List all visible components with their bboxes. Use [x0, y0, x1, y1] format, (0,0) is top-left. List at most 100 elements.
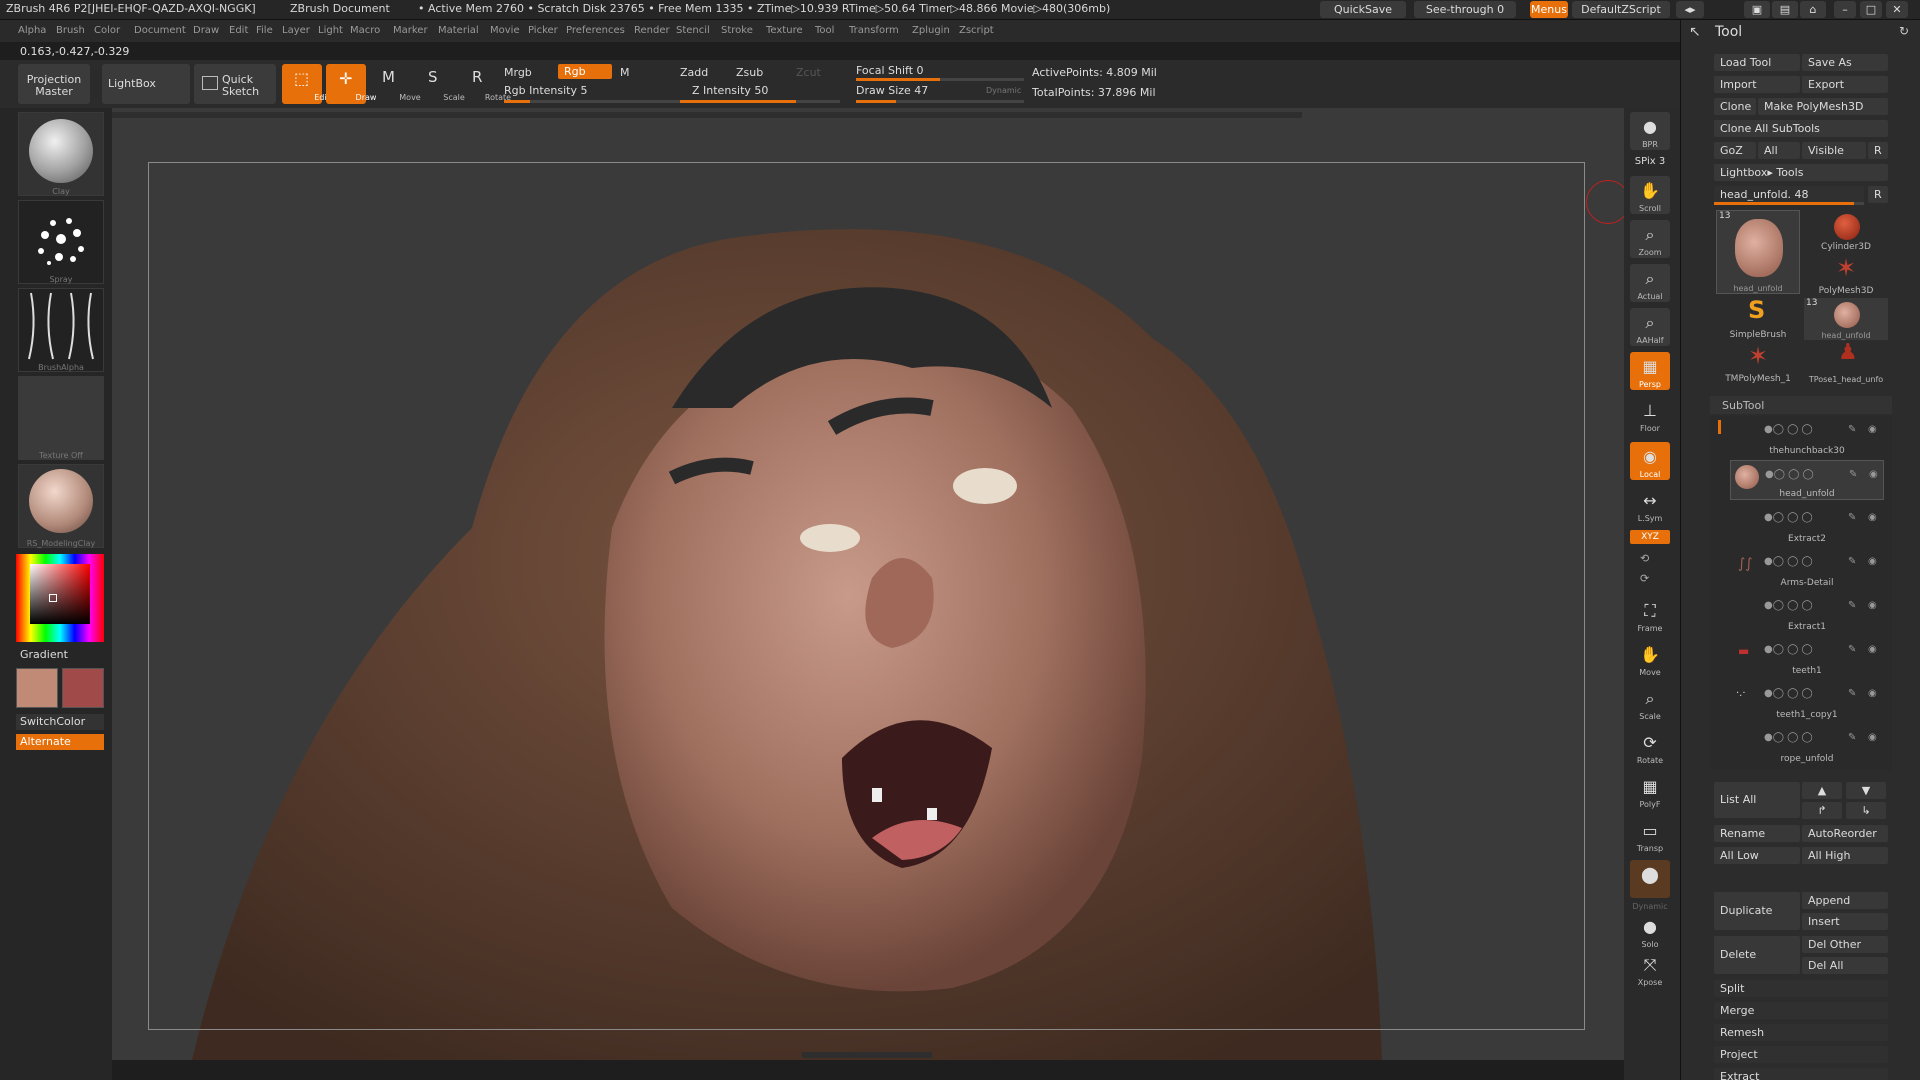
subtool-row[interactable]: ▬ ●◯ ◯ ◯ ✎ ◉ teeth1 — [1730, 636, 1884, 676]
layout-icon[interactable]: ▣ — [1744, 1, 1770, 18]
subtool-toggle-icon[interactable]: ●◯ ◯ ◯ — [1764, 732, 1813, 743]
clone-all-subtools-button[interactable]: Clone All SubTools — [1714, 120, 1888, 137]
subtool-toggle-icon[interactable]: ●◯ ◯ ◯ — [1764, 688, 1813, 699]
subtool-row[interactable]: ●◯ ◯ ◯ ✎ ◉ rope_unfold — [1730, 724, 1884, 764]
refresh-icon[interactable]: ↻ — [1899, 24, 1909, 38]
menu-preferences[interactable]: Preferences — [566, 25, 625, 36]
menu-edit[interactable]: Edit — [229, 25, 248, 36]
tool-thumb-cylinder[interactable]: Cylinder3D — [1804, 210, 1888, 252]
palette-dock-icon[interactable]: ↖ — [1689, 24, 1701, 40]
move-up-to-top-icon[interactable]: ↱ — [1802, 802, 1842, 819]
persp-button[interactable]: ▦ Persp — [1630, 352, 1670, 390]
brush-thumbnail[interactable]: Clay — [18, 112, 104, 196]
bottom-scroll-handle[interactable] — [802, 1052, 932, 1058]
subtool-edit-icon[interactable]: ✎ — [1848, 512, 1856, 523]
move-down-to-bottom-icon[interactable]: ↳ — [1846, 802, 1886, 819]
m-button[interactable]: M — [620, 66, 630, 79]
xpose-button[interactable]: ⤧ Xpose — [1630, 950, 1670, 988]
zsub-button[interactable]: Zsub — [736, 66, 763, 79]
color-picker-square[interactable] — [30, 564, 90, 624]
zcut-button[interactable]: Zcut — [796, 66, 821, 79]
draw-button[interactable]: ✛ Draw — [326, 64, 376, 104]
color-picker[interactable] — [16, 554, 104, 642]
focal-shift-track[interactable] — [856, 78, 1024, 81]
subtool-edit-icon[interactable]: ✎ — [1848, 644, 1856, 655]
maximize-icon[interactable]: □ — [1860, 1, 1882, 18]
tool-palette-title[interactable]: Tool — [1715, 24, 1742, 40]
subtool-toggle-icon[interactable]: ●◯ ◯ ◯ — [1765, 469, 1814, 480]
menu-zscript[interactable]: Zscript — [959, 25, 994, 36]
import-button[interactable]: Import — [1714, 76, 1800, 93]
tool-thumb-simplebrush[interactable]: S SimpleBrush — [1716, 296, 1800, 340]
rotate-z-icon[interactable]: ⟳ — [1640, 572, 1649, 585]
subtool-visibility-icon[interactable]: ◉ — [1868, 688, 1877, 699]
tool-thumb-head[interactable]: 13 head_unfold — [1716, 210, 1800, 294]
zadd-button[interactable]: Zadd — [680, 66, 708, 79]
transp-button[interactable]: ▭ Transp — [1630, 816, 1670, 854]
draw-size-track[interactable] — [856, 100, 1024, 103]
subtool-visibility-icon[interactable]: ◉ — [1868, 644, 1877, 655]
subtool-row[interactable]: ·.· ●◯ ◯ ◯ ✎ ◉ teeth1_copy1 — [1730, 680, 1884, 720]
bpr-button[interactable]: ● BPR — [1630, 112, 1670, 150]
subtool-scroll-indicator[interactable] — [1718, 420, 1721, 434]
subtool-visibility-icon[interactable]: ◉ — [1868, 512, 1877, 523]
primary-color-swatch[interactable] — [16, 668, 58, 708]
actual-button[interactable]: ⌕ Actual — [1630, 264, 1670, 302]
layout-alt-icon[interactable]: ▤ — [1772, 1, 1798, 18]
menus-button[interactable]: Menus — [1530, 1, 1568, 18]
subtool-row[interactable]: ●◯ ◯ ◯ ✎ ◉ thehunchback30 — [1730, 416, 1884, 456]
scroll-button[interactable]: ✋ Scroll — [1630, 176, 1670, 214]
menu-light[interactable]: Light — [318, 25, 343, 36]
menu-draw[interactable]: Draw — [193, 25, 219, 36]
subtool-edit-icon[interactable]: ✎ — [1848, 600, 1856, 611]
tool-thumb-tpose[interactable]: ♟ TPose1_head_unfo — [1804, 340, 1888, 384]
del-other-button[interactable]: Del Other — [1802, 936, 1888, 953]
layout-left-icon[interactable]: ◂▸ — [1676, 1, 1704, 18]
menu-tool[interactable]: Tool — [815, 25, 834, 36]
subtool-visibility-icon[interactable]: ◉ — [1868, 732, 1877, 743]
rgb-intensity-slider[interactable]: Rgb Intensity 5 — [504, 84, 587, 97]
save-as-button[interactable]: Save As — [1802, 54, 1888, 71]
subtool-toggle-icon[interactable]: ●◯ ◯ ◯ — [1764, 512, 1813, 523]
subtool-row[interactable]: ∫∫ ●◯ ◯ ◯ ✎ ◉ Arms-Detail — [1730, 548, 1884, 588]
current-tool-r-button[interactable]: R — [1868, 186, 1888, 203]
rename-button[interactable]: Rename — [1714, 825, 1800, 842]
menu-picker[interactable]: Picker — [528, 25, 558, 36]
subtool-toggle-icon[interactable]: ●◯ ◯ ◯ — [1764, 424, 1813, 435]
focal-shift-slider[interactable]: Focal Shift 0 — [856, 64, 924, 77]
tool-thumb-polymesh[interactable]: ✶ PolyMesh3D — [1804, 254, 1888, 296]
subtool-edit-icon[interactable]: ✎ — [1848, 424, 1856, 435]
current-tool-slider[interactable]: head_unfold. 48 — [1714, 186, 1864, 203]
subtool-toggle-icon[interactable]: ●◯ ◯ ◯ — [1764, 600, 1813, 611]
move-down-arrow-icon[interactable]: ▼ — [1846, 782, 1886, 799]
list-all-button[interactable]: List All — [1714, 782, 1800, 818]
make-polymesh-button[interactable]: Make PolyMesh3D — [1758, 98, 1888, 115]
subtool-visibility-icon[interactable]: ◉ — [1868, 424, 1877, 435]
z-intensity-slider[interactable]: Z Intensity 50 — [692, 84, 768, 97]
all-low-button[interactable]: All Low — [1714, 847, 1800, 864]
menu-texture[interactable]: Texture — [766, 25, 803, 36]
mrgb-button[interactable]: Mrgb — [504, 66, 532, 79]
default-zscript-button[interactable]: DefaultZScript — [1572, 1, 1670, 18]
subtool-edit-icon[interactable]: ✎ — [1848, 732, 1856, 743]
goz-all-button[interactable]: All — [1758, 142, 1800, 159]
append-button[interactable]: Append — [1802, 892, 1888, 909]
tool-thumb-tmpolymesh[interactable]: ✶ TMPolyMesh_1 — [1716, 342, 1800, 384]
export-button[interactable]: Export — [1802, 76, 1888, 93]
quicksave-button[interactable]: QuickSave — [1320, 1, 1406, 18]
subtool-row[interactable]: ●◯ ◯ ◯ ✎ ◉ Extract2 — [1730, 504, 1884, 544]
rotate-y-icon[interactable]: ⟲ — [1640, 552, 1649, 565]
rotate-view-button[interactable]: ⟳ Rotate — [1630, 728, 1670, 766]
spix-slider[interactable]: SPix 3 — [1630, 156, 1670, 167]
quick-sketch-button[interactable]: Quick Sketch — [194, 64, 276, 104]
texture-thumbnail[interactable]: Texture Off — [18, 376, 104, 460]
menu-marker[interactable]: Marker — [393, 25, 428, 36]
scale-view-button[interactable]: ⌕ Scale — [1630, 684, 1670, 722]
goz-visible-button[interactable]: Visible — [1802, 142, 1866, 159]
secondary-color-swatch[interactable] — [62, 668, 104, 708]
insert-button[interactable]: Insert — [1802, 913, 1888, 930]
rgb-intensity-track[interactable] — [504, 100, 684, 103]
menu-layer[interactable]: Layer — [282, 25, 310, 36]
menu-stroke[interactable]: Stroke — [721, 25, 753, 36]
subtool-edit-icon[interactable]: ✎ — [1848, 556, 1856, 567]
